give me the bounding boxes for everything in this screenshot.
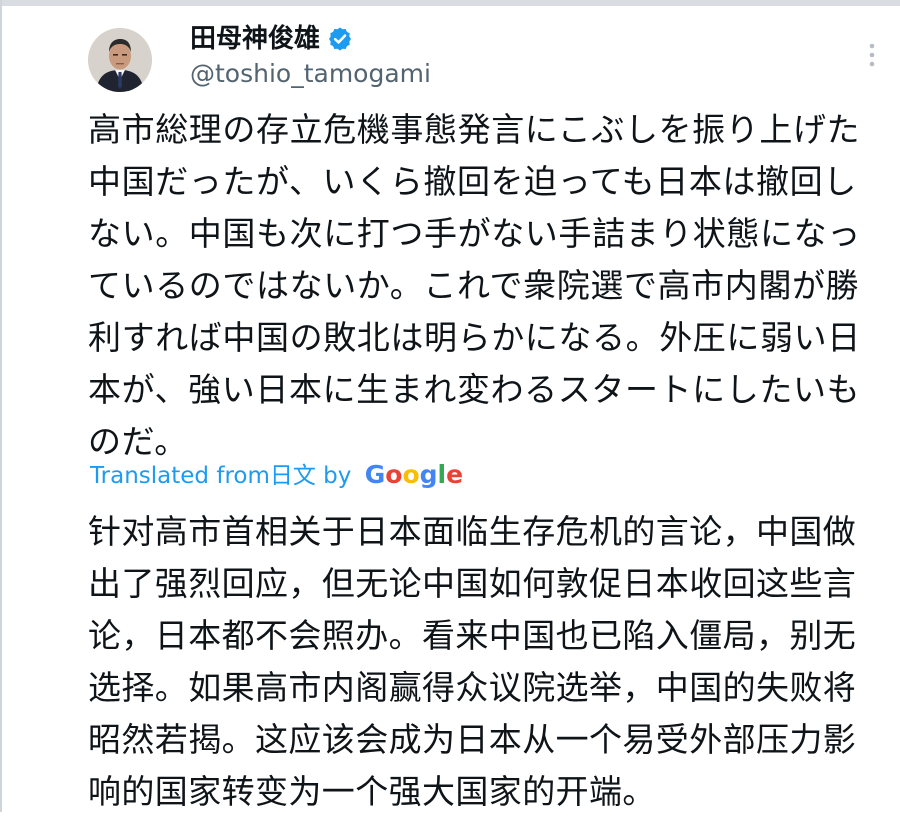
google-logo-letter: o	[402, 460, 420, 489]
google-logo-letter: g	[419, 460, 438, 489]
avatar[interactable]	[88, 28, 152, 92]
google-logo-letter: G	[364, 460, 386, 489]
tweet-original-text: 高市総理の存立危機事態発言にこぶしを振り上げた中国だったが、いくら撤回を迫っても…	[88, 110, 861, 461]
google-logo[interactable]: Google	[365, 458, 463, 492]
translation-attribution: Translated from 日文 by Google	[90, 458, 463, 493]
avatar-portrait-icon	[88, 28, 152, 92]
translation-prefix: Translated from	[90, 463, 270, 489]
translation-by: by	[315, 463, 359, 489]
translation-source-language: 日文	[269, 463, 316, 489]
more-options-icon[interactable]	[857, 40, 887, 70]
author-name-row[interactable]: 田母神俊雄	[190, 22, 352, 56]
top-divider	[0, 0, 900, 6]
author-handle[interactable]: @toshio_tamogami	[190, 58, 431, 90]
left-divider	[0, 0, 2, 812]
author-display-name[interactable]: 田母神俊雄	[190, 22, 320, 56]
tweet-translated-text: 针对高市首相关于日本面临生存危机的言论，中国做出了强烈回应，但无论中国如何敦促日…	[88, 512, 857, 811]
google-logo-letter: o	[385, 460, 403, 489]
google-logo-letter: l	[437, 460, 447, 489]
google-logo-letter: e	[446, 460, 464, 489]
verified-badge-icon	[328, 27, 352, 51]
